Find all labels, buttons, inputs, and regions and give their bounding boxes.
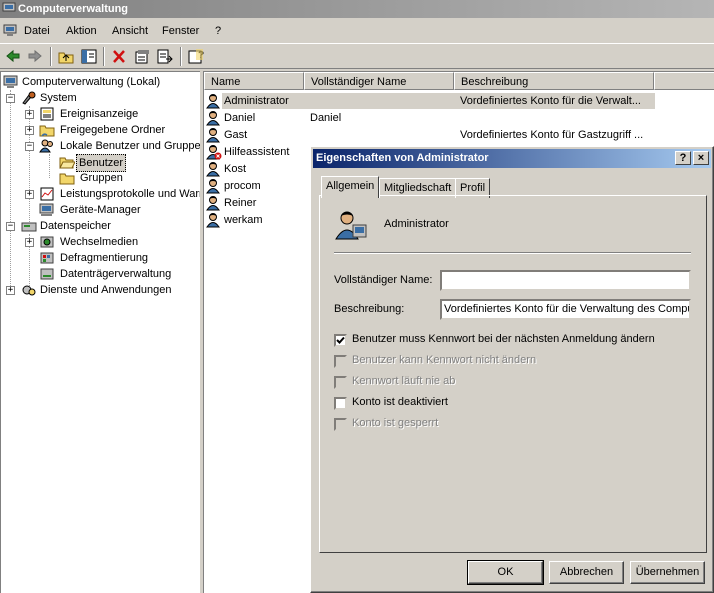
tab-panel-allgemein: Administrator Vollständiger Name: Beschr… bbox=[319, 195, 707, 553]
checkbox-1 bbox=[334, 355, 347, 368]
checkbox-label-1: Benutzer kann Kennwort nicht ändern bbox=[352, 354, 537, 366]
apply-button[interactable]: Übernehmen bbox=[630, 561, 705, 584]
separator bbox=[334, 252, 691, 254]
removable-storage-icon bbox=[40, 236, 54, 248]
folder-icon bbox=[59, 173, 75, 185]
table-row[interactable]: Daniel Daniel bbox=[204, 110, 714, 126]
column-header-description[interactable]: Beschreibung bbox=[454, 72, 654, 90]
forward-arrow-icon[interactable] bbox=[25, 47, 45, 66]
user-icon bbox=[206, 94, 220, 109]
device-manager-icon bbox=[39, 203, 54, 216]
menu-aktion[interactable]: Aktion bbox=[66, 25, 97, 37]
performance-logs-icon bbox=[40, 187, 54, 201]
user-icon bbox=[206, 213, 220, 228]
description-field[interactable]: Vordefiniertes Konto für die Verwaltung … bbox=[440, 299, 691, 320]
user-icon bbox=[335, 211, 367, 240]
row-name: werkam bbox=[224, 214, 263, 226]
checkbox-4 bbox=[334, 418, 347, 431]
dialog-title-bar[interactable]: Eigenschaften von Administrator ? × bbox=[313, 149, 711, 168]
user-icon bbox=[206, 162, 220, 177]
services-icon bbox=[22, 285, 36, 296]
console-tree[interactable]: Computerverwaltung (Lokal) − System + Er… bbox=[0, 71, 200, 593]
table-row[interactable]: Gast Vordefiniertes Konto für Gastzugriff… bbox=[204, 127, 714, 143]
ok-button[interactable]: OK bbox=[467, 560, 544, 585]
menu-help[interactable]: ? bbox=[215, 25, 221, 37]
help-icon[interactable]: ? bbox=[186, 47, 206, 66]
checkbox-3[interactable] bbox=[334, 397, 347, 410]
row-name: Daniel bbox=[224, 112, 256, 124]
row-name: Kost bbox=[224, 163, 247, 175]
checkbox-label-0[interactable]: Benutzer muss Kennwort bei der nächsten … bbox=[352, 333, 655, 345]
computer-icon bbox=[3, 75, 18, 88]
shared-folder-icon bbox=[39, 125, 55, 137]
row-name: Reiner bbox=[224, 197, 257, 209]
expand-wechselmedien-toggle[interactable]: + bbox=[25, 238, 34, 247]
disabled-user-icon bbox=[206, 145, 222, 160]
checkbox-label-2: Kennwort läuft nie ab bbox=[352, 375, 456, 387]
checkbox-label-4: Konto ist gesperrt bbox=[352, 417, 439, 429]
row-full-name: Daniel bbox=[310, 112, 342, 124]
delete-icon[interactable] bbox=[109, 47, 129, 66]
user-icon bbox=[206, 111, 220, 126]
collapse-lokale-benutzer-toggle[interactable]: − bbox=[25, 142, 34, 151]
properties-dialog: Eigenschaften von Administrator ? × Allg… bbox=[310, 146, 714, 593]
row-description: Vordefiniertes Konto für Gastzugriff ... bbox=[460, 129, 644, 141]
tools-icon bbox=[22, 91, 36, 105]
user-icon bbox=[206, 128, 220, 143]
row-description: Vordefiniertes Konto für die Verwalt... bbox=[460, 95, 641, 107]
full-name-label: Vollständiger Name: bbox=[334, 274, 433, 286]
computer-management-icon bbox=[2, 2, 16, 14]
open-folder-icon bbox=[59, 157, 75, 169]
users-groups-icon bbox=[39, 139, 53, 153]
window-title: Computerverwaltung bbox=[18, 3, 129, 15]
expand-freigegebene-ordner-toggle[interactable]: + bbox=[25, 126, 34, 135]
user-icon bbox=[206, 179, 220, 194]
dialog-title: Eigenschaften von Administrator bbox=[316, 152, 489, 164]
event-viewer-icon bbox=[40, 107, 54, 121]
column-header-full-name[interactable]: Vollständiger Name bbox=[304, 72, 454, 90]
export-list-icon[interactable] bbox=[155, 47, 175, 66]
checkbox-label-3[interactable]: Konto ist deaktiviert bbox=[352, 396, 448, 408]
collapse-datenspeicher-toggle[interactable]: − bbox=[6, 222, 15, 231]
storage-icon bbox=[21, 222, 37, 232]
menu-bar: Datei Aktion Ansicht Fenster ? bbox=[0, 20, 714, 42]
menu-fenster[interactable]: Fenster bbox=[162, 25, 199, 37]
collapse-system-toggle[interactable]: − bbox=[6, 94, 15, 103]
description-label: Beschreibung: bbox=[334, 303, 405, 315]
check-mark-icon bbox=[336, 336, 345, 344]
close-button[interactable]: × bbox=[693, 151, 709, 165]
window-title-bar[interactable]: Computerverwaltung bbox=[0, 0, 714, 18]
expand-dienste-toggle[interactable]: + bbox=[6, 286, 15, 295]
menu-datei[interactable]: Datei bbox=[24, 25, 50, 37]
expand-leistungsprotokolle-toggle[interactable]: + bbox=[25, 190, 34, 199]
system-menu-icon[interactable] bbox=[3, 24, 17, 37]
column-header-name[interactable]: Name bbox=[204, 72, 304, 90]
user-icon bbox=[206, 196, 220, 211]
tab-allgemein[interactable]: Allgemein bbox=[321, 176, 380, 198]
row-name: Gast bbox=[224, 129, 248, 141]
back-arrow-icon[interactable] bbox=[3, 47, 23, 66]
help-button[interactable]: ? bbox=[675, 151, 691, 165]
user-name-label: Administrator bbox=[384, 218, 449, 230]
full-name-field[interactable] bbox=[440, 270, 691, 291]
defrag-icon bbox=[40, 252, 54, 264]
show-hide-tree-icon[interactable] bbox=[79, 47, 99, 66]
disk-management-icon bbox=[40, 268, 54, 280]
table-row[interactable]: Administrator Vordefiniertes Konto für di… bbox=[204, 93, 714, 109]
expand-ereignisanzeige-toggle[interactable]: + bbox=[25, 110, 34, 119]
cancel-button[interactable]: Abbrechen bbox=[549, 561, 624, 584]
properties-icon[interactable] bbox=[132, 47, 152, 66]
row-name: procom bbox=[224, 180, 261, 192]
checkbox-0[interactable] bbox=[334, 334, 347, 347]
menu-ansicht[interactable]: Ansicht bbox=[112, 25, 148, 37]
row-name: Administrator bbox=[224, 95, 289, 107]
toolbar: ? bbox=[0, 43, 714, 69]
up-folder-icon[interactable] bbox=[56, 47, 76, 66]
row-name: Hilfeassistent bbox=[224, 146, 290, 158]
checkbox-2 bbox=[334, 376, 347, 389]
